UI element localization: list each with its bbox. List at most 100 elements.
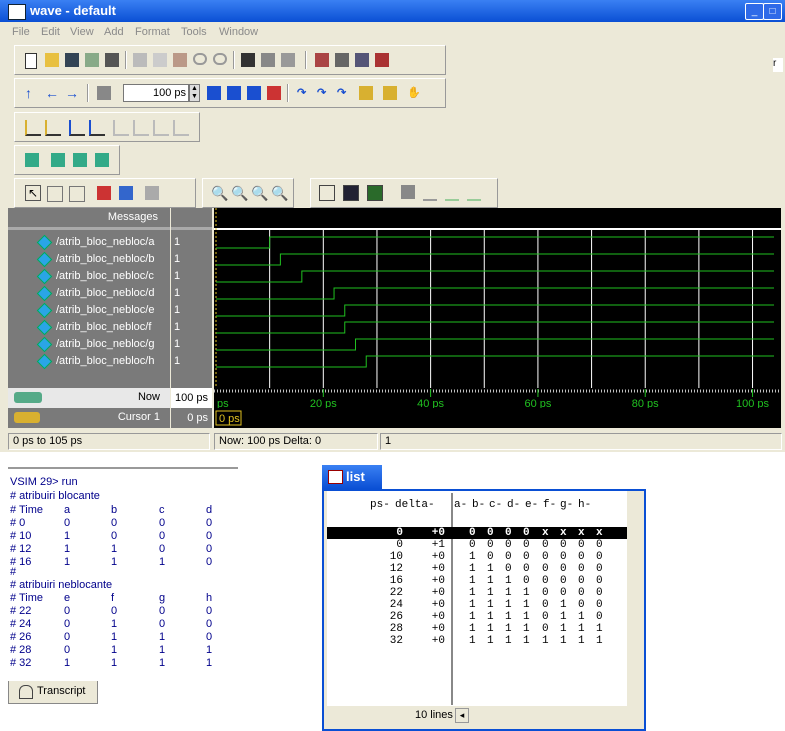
dataset-edit-icon[interactable] (73, 153, 87, 167)
reload-icon[interactable] (85, 53, 99, 67)
run-length-input[interactable]: 100 ps (123, 84, 189, 102)
edge-icon[interactable] (113, 120, 129, 136)
dataset-close-icon[interactable] (95, 153, 109, 167)
edge-style-icon[interactable] (467, 185, 481, 201)
signal-row-b[interactable]: /atrib_bloc_nebloc/b (8, 251, 170, 268)
dataflow-icon[interactable] (359, 86, 373, 100)
menu-add[interactable]: Add (104, 26, 124, 38)
step-over-icon[interactable]: ↷ (317, 86, 331, 100)
dataflow-trace-icon[interactable] (383, 86, 397, 100)
transcript-pane[interactable]: VSIM 29> run # atribuiri blocante # Time… (8, 467, 238, 709)
cut-icon[interactable] (133, 53, 147, 67)
menu-view[interactable]: View (70, 26, 94, 38)
find-icon[interactable] (241, 53, 255, 67)
list-header-a[interactable]: a- (454, 499, 467, 511)
hand-icon[interactable]: ✋ (407, 86, 421, 100)
dataset-icon[interactable] (25, 153, 39, 167)
list-header-f[interactable]: f- (543, 499, 556, 511)
zoom-full-icon[interactable]: 🔍 (251, 186, 268, 200)
tab-transcript[interactable]: Transcript (8, 681, 98, 704)
collapse-icon[interactable] (261, 53, 275, 67)
minimize-button[interactable]: _ (745, 3, 764, 20)
title-bar[interactable]: wave - default _ □ (0, 0, 785, 22)
restart-icon[interactable] (97, 86, 111, 100)
edge-style-icon[interactable] (445, 185, 459, 201)
select-pointer-icon[interactable]: ↖ (25, 185, 41, 201)
list-header-h[interactable]: h- (578, 499, 591, 511)
stop-icon[interactable] (267, 86, 281, 100)
format-event-icon[interactable] (367, 185, 383, 201)
paste-icon[interactable] (173, 53, 187, 67)
next-edge-icon[interactable] (89, 120, 105, 136)
compile-icon[interactable] (315, 53, 329, 67)
list-title-tab[interactable]: list (322, 465, 382, 489)
menu-file[interactable]: File (12, 26, 30, 38)
edge-icon[interactable] (173, 120, 189, 136)
list-header-ps[interactable]: ps- (370, 499, 390, 511)
list-header-d[interactable]: d- (507, 499, 520, 511)
arrow-right-icon[interactable]: → (65, 86, 79, 100)
cursor-toolbar (14, 112, 200, 142)
dataset-open-icon[interactable] (51, 153, 65, 167)
arrow-left-icon[interactable]: ← (45, 86, 59, 100)
arrow-up-icon[interactable]: ↑ (25, 86, 39, 100)
edge-style-icon[interactable] (423, 185, 437, 201)
waveform-pane[interactable]: ps 20 ps 40 ps 60 ps 80 ps 100 ps 0 ps (214, 208, 781, 428)
insert-cursor-icon[interactable] (25, 120, 41, 136)
list-header-c[interactable]: c- (489, 499, 502, 511)
signal-row-c[interactable]: /atrib_bloc_nebloc/c (8, 268, 170, 285)
previous-edge-icon[interactable] (69, 120, 85, 136)
scroll-left-icon[interactable]: ◂ (455, 708, 469, 723)
goto-icon[interactable] (119, 186, 133, 200)
zoom-out-icon[interactable]: 🔍 (231, 186, 248, 200)
signal-row-f[interactable]: /atrib_bloc_nebloc/f (8, 319, 170, 336)
open-folder-icon[interactable] (45, 53, 59, 67)
toolbar-overflow[interactable]: r (773, 58, 783, 72)
edge-icon[interactable] (153, 120, 169, 136)
zoom-cursor-icon[interactable]: 🔍 (271, 186, 288, 200)
new-file-icon[interactable] (25, 53, 37, 69)
signal-row-e[interactable]: /atrib_bloc_nebloc/e (8, 302, 170, 319)
step-icon[interactable]: ↷ (297, 86, 311, 100)
list-header-delta[interactable]: delta- (395, 499, 435, 511)
signal-row-g[interactable]: /atrib_bloc_nebloc/g (8, 336, 170, 353)
library-icon[interactable] (335, 53, 349, 67)
menu-window[interactable]: Window (219, 26, 258, 38)
signal-row-a[interactable]: /atrib_bloc_nebloc/a (8, 234, 170, 251)
expand-icon[interactable] (281, 53, 295, 67)
undo-icon[interactable] (193, 53, 207, 65)
menu-format[interactable]: Format (135, 26, 170, 38)
print-icon[interactable] (105, 53, 119, 67)
delete-cursor-icon[interactable] (45, 120, 61, 136)
wave-compare-icon[interactable] (145, 186, 159, 200)
signal-row-d[interactable]: /atrib_bloc_nebloc/d (8, 285, 170, 302)
menu-tools[interactable]: Tools (181, 26, 207, 38)
step-out-icon[interactable]: ↷ (337, 86, 351, 100)
maximize-button[interactable]: □ (763, 3, 782, 20)
continue-icon[interactable] (227, 86, 241, 100)
signal-row-h[interactable]: /atrib_bloc_nebloc/h (8, 353, 170, 370)
simulate-icon[interactable] (355, 53, 369, 67)
list-header-b[interactable]: b- (472, 499, 485, 511)
format-literal-icon[interactable] (319, 185, 335, 201)
edge-icon[interactable] (133, 120, 149, 136)
list-header-e[interactable]: e- (525, 499, 538, 511)
break-icon[interactable] (375, 53, 389, 67)
format-logic-icon[interactable] (343, 185, 359, 201)
redo-icon[interactable] (213, 53, 227, 65)
run-length-spinner[interactable]: ▲ ▼ (189, 84, 200, 102)
expand-time-icon[interactable] (401, 185, 415, 199)
copy-icon[interactable] (153, 53, 167, 67)
run-all-icon[interactable] (247, 86, 261, 100)
run-icon[interactable] (207, 86, 221, 100)
menu-edit[interactable]: Edit (41, 26, 60, 38)
save-icon[interactable] (65, 53, 79, 67)
cursor-lock-icon[interactable] (14, 412, 40, 423)
waveform-canvas[interactable]: ps 20 ps 40 ps 60 ps 80 ps 100 ps0 ps (214, 208, 781, 428)
list-header-g[interactable]: g- (560, 499, 573, 511)
edit-mode-icon[interactable] (69, 186, 85, 202)
zoom-mode-icon[interactable] (47, 186, 63, 202)
now-icon[interactable] (14, 392, 42, 403)
bookmark-icon[interactable] (97, 186, 111, 200)
zoom-in-icon[interactable]: 🔍 (211, 186, 228, 200)
